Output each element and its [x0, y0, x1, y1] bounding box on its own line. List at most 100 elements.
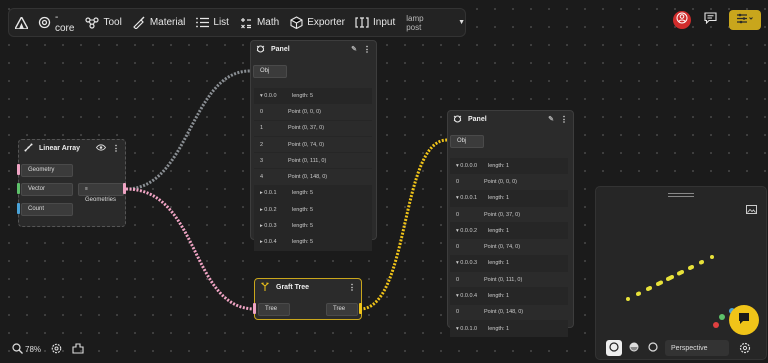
point-marker	[626, 297, 630, 301]
user-icon	[676, 11, 688, 29]
panel-row[interactable]: ▾ 0.0.0 length: 5	[254, 88, 372, 105]
row-value: length: 5	[292, 92, 314, 99]
row-value: length: 1	[488, 162, 510, 169]
point-marker	[710, 255, 714, 259]
panel-row[interactable]: ▸ 0.0.3 length: 5	[254, 218, 372, 235]
list-output-icon: ≡	[85, 186, 88, 192]
graft-tree-input-pill[interactable]: Tree	[258, 303, 290, 316]
chat-bubble-icon	[737, 311, 751, 330]
project-dropdown[interactable]: lamp post ▼	[406, 14, 465, 32]
axis-gizmo-dot[interactable]	[719, 314, 725, 320]
geometries-output-label: Geometries	[85, 197, 117, 203]
core-menu[interactable]: -core	[33, 9, 80, 36]
vector-input-pill[interactable]: Vector	[21, 183, 73, 196]
settings-sliders-button[interactable]	[729, 10, 761, 30]
panel-bug-icon	[256, 44, 265, 55]
panel-2-title: Panel	[468, 115, 487, 123]
row-value: Point (0, 111, 0)	[484, 276, 523, 283]
panel-row[interactable]: ▸ 0.0.4 length: 5	[254, 234, 372, 251]
brush-icon	[132, 16, 146, 30]
rendered-view-button[interactable]	[645, 340, 661, 356]
panel-row[interactable]: ▾ 0.0.0.0 length: 1	[450, 158, 568, 175]
graft-input-port[interactable]	[253, 303, 256, 314]
chat-widget-button[interactable]	[729, 305, 759, 335]
math-menu[interactable]: Math	[234, 9, 284, 36]
list-menu-label: List	[213, 17, 229, 28]
geometry-port[interactable]	[17, 164, 20, 175]
sphere-icon	[648, 339, 658, 357]
more-options-icon[interactable]: ⋮	[348, 283, 356, 292]
axis-gizmo-dot[interactable]	[713, 322, 719, 328]
zoom-level: 78%	[25, 345, 42, 354]
math-menu-label: Math	[256, 17, 280, 28]
panel-row: 0 Point (0, 0, 0)	[450, 174, 568, 191]
row-index: ▸ 0.0.1	[260, 190, 277, 197]
panel-row[interactable]: ▸ 0.0.1 length: 5	[254, 185, 372, 203]
panel-row[interactable]: ▾ 0.0.0.3 length: 1	[450, 255, 568, 273]
solid-view-button[interactable]	[606, 340, 622, 356]
user-button[interactable]	[673, 11, 691, 29]
panel-row[interactable]: ▾ 0.0.1.0 length: 1	[450, 320, 568, 338]
geometries-output-pill[interactable]: ≡ Geometries	[78, 183, 124, 203]
geometry-input-pill[interactable]: Geometry	[21, 164, 73, 177]
panel-2-data-list: ▾ 0.0.0.0 length: 1 0 Point (0, 0, 0) ▾ 0.0.…	[450, 158, 568, 338]
panel-row[interactable]: ▾ 0.0.0.4 length: 1	[450, 288, 568, 305]
viewport-settings-gear-icon[interactable]	[739, 341, 751, 359]
edit-pencil-icon[interactable]: ✎	[548, 115, 554, 123]
tool-menu[interactable]: Tool	[80, 9, 126, 36]
edit-pencil-icon[interactable]: ✎	[351, 45, 357, 53]
panel-row: 0 Point (0, 74, 0)	[450, 239, 568, 256]
graft-tree-output-pill[interactable]: Tree	[326, 303, 358, 316]
row-value: Point (0, 0, 0)	[288, 108, 322, 115]
row-index: 0	[456, 244, 460, 251]
panel-1-header[interactable]: Panel ✎ ⋮	[251, 41, 376, 57]
point-marker	[636, 292, 640, 296]
exporter-menu-label: Exporter	[307, 17, 345, 28]
more-options-icon[interactable]: ⋮	[112, 144, 120, 153]
count-port[interactable]	[17, 203, 20, 214]
material-menu-label: Material	[149, 17, 186, 28]
row-index: ▸ 0.0.3	[260, 223, 277, 230]
more-options-icon[interactable]: ⋮	[363, 45, 371, 54]
count-input-pill[interactable]: Count	[21, 203, 73, 216]
panel-1-obj-input[interactable]: Obj	[253, 65, 287, 78]
linear-array-icon	[24, 143, 33, 154]
panel-2-obj-input[interactable]: Obj	[450, 135, 484, 148]
panel-row[interactable]: ▸ 0.0.2 length: 5	[254, 202, 372, 219]
more-options-icon[interactable]: ⋮	[560, 115, 568, 124]
material-menu[interactable]: Material	[127, 9, 191, 36]
panel-row: 3 Point (0, 111, 0)	[254, 153, 372, 170]
list-menu[interactable]: List	[190, 9, 234, 36]
graft-output-port[interactable]	[359, 303, 362, 314]
row-index: 0	[456, 309, 460, 316]
geometries-output-port[interactable]	[123, 183, 126, 194]
settings-gear-icon[interactable]	[51, 343, 62, 356]
linear-array-title: Linear Array	[39, 144, 80, 152]
chat-icon	[703, 11, 717, 29]
material-view-button[interactable]	[626, 340, 642, 356]
plugin-icon[interactable]	[72, 343, 84, 356]
input-menu[interactable]: Input	[350, 9, 400, 36]
panel-row[interactable]: ▾ 0.0.0.1 length: 1	[450, 190, 568, 207]
projection-select[interactable]: Perspective	[665, 340, 729, 356]
panel-row: 1 Point (0, 37, 0)	[254, 121, 372, 137]
panel-row[interactable]: ▾ 0.0.0.2 length: 1	[450, 223, 568, 240]
feedback-button[interactable]	[699, 10, 721, 30]
row-index: 0	[456, 276, 460, 283]
exporter-menu[interactable]: Exporter	[284, 9, 350, 36]
eye-icon[interactable]	[95, 143, 107, 153]
graft-tree-header[interactable]: Graft Tree ⋮	[255, 279, 361, 295]
logo-button[interactable]	[9, 9, 33, 36]
core-menu-label: -core	[55, 11, 75, 34]
linear-array-header[interactable]: Linear Array ⋮	[19, 140, 125, 156]
panel-row: 0 Point (0, 148, 0)	[450, 305, 568, 321]
panel-2-header[interactable]: Panel ✎ ⋮	[448, 111, 573, 127]
graft-tree-title: Graft Tree	[276, 283, 310, 291]
zoom-control[interactable]: 78%	[12, 343, 41, 356]
row-index: 0	[456, 211, 460, 218]
row-index: ▾ 0.0.0.4	[456, 293, 478, 300]
panel-row: 4 Point (0, 148, 0)	[254, 169, 372, 186]
vector-port[interactable]	[17, 183, 20, 194]
panel-bug-icon	[453, 114, 462, 125]
projection-value: Perspective	[671, 344, 708, 352]
